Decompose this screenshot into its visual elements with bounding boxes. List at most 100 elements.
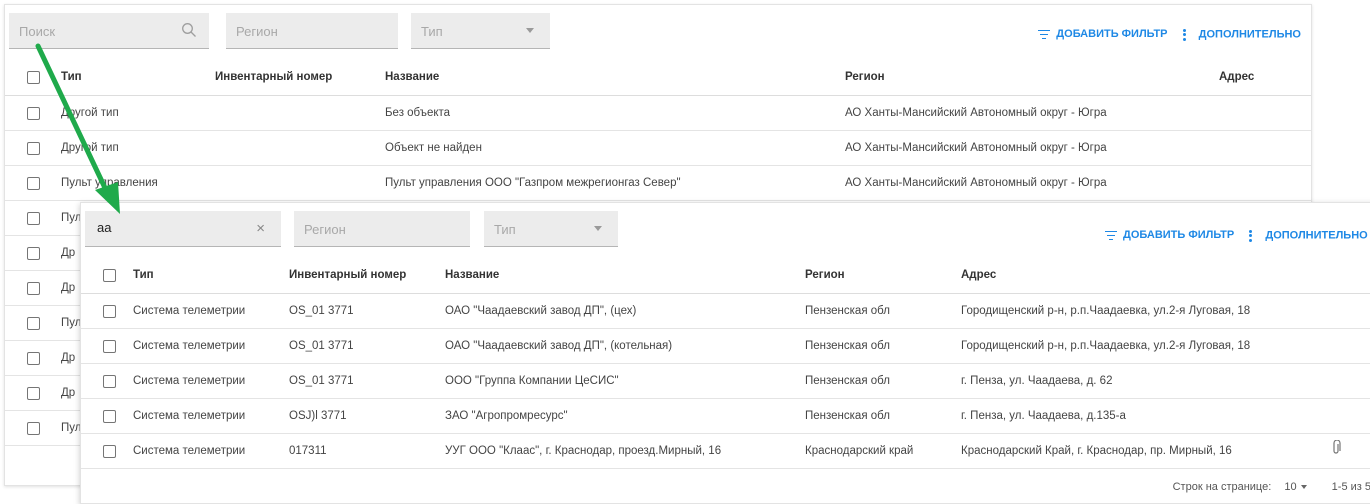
row-checkbox-cell[interactable] — [5, 235, 60, 271]
cell-address: г. Пенза, ул. Чаадаева, д.135-а — [960, 398, 1370, 434]
bg-add-filter-label: ДОБАВИТЬ ФИЛЬТР — [1056, 28, 1168, 41]
bg-col-type[interactable]: Тип — [60, 59, 214, 96]
checkbox[interactable] — [103, 339, 116, 353]
attachment-icon[interactable] — [1331, 439, 1341, 459]
checkbox[interactable] — [103, 304, 116, 318]
bg-col-region[interactable]: Регион — [844, 59, 1218, 96]
checkbox[interactable] — [27, 106, 40, 120]
cell-name: Объект не найден — [384, 130, 844, 166]
fg-col-inv[interactable]: Инвентарный номер — [288, 257, 444, 294]
cell-type: Система телеметрии — [132, 328, 288, 364]
cell-name: ООО "Группа Компании ЦеСИС" — [444, 363, 804, 399]
bg-table-header: Тип Инвентарный номер Название Регион Ад… — [5, 59, 1311, 96]
bg-add-filter-button[interactable]: ДОБАВИТЬ ФИЛЬТР — [1038, 28, 1170, 41]
checkbox[interactable] — [27, 70, 40, 84]
table-row[interactable]: Другой тип Объект не найден АО Ханты-Манси… — [5, 130, 1311, 166]
fg-search-input[interactable] — [95, 219, 246, 236]
fg-region-field[interactable]: Регион — [294, 211, 470, 247]
foreground-list-panel: × Регион Тип ДОБАВИТЬ ФИЛЬТР ДОПОЛНИТЕЛЬ… — [80, 202, 1370, 504]
bg-select-all[interactable] — [5, 59, 60, 96]
rows-per-page-select[interactable]: 10 — [1284, 481, 1307, 493]
row-checkbox-cell[interactable] — [5, 305, 60, 341]
pagination: Строк на странице: 10 1-5 из 5 — [1173, 481, 1370, 493]
checkbox[interactable] — [27, 316, 40, 330]
table-row[interactable]: Система телеметрии OSJ)l 3771 ЗАО "Агропро… — [81, 398, 1370, 434]
checkbox[interactable] — [27, 421, 40, 435]
bg-toolbar-actions: ДОБАВИТЬ ФИЛЬТР ДОПОЛНИТЕЛЬНО — [1038, 27, 1301, 42]
fg-table: Тип Инвентарный номер Название Регион Ад… — [81, 257, 1370, 469]
more-vert-icon[interactable] — [1249, 228, 1253, 243]
bg-type-select[interactable]: Тип — [411, 13, 550, 49]
bg-search-field[interactable]: Поиск — [9, 13, 209, 49]
table-row[interactable]: Система телеметрии 017311 УУГ ООО "Клаас",… — [81, 433, 1370, 469]
table-row[interactable]: Система телеметрии OS_01 3771 ООО "Группа … — [81, 363, 1370, 399]
checkbox[interactable] — [27, 281, 40, 295]
checkbox[interactable] — [103, 409, 116, 423]
bg-region-field[interactable]: Регион — [226, 13, 398, 49]
fg-col-type[interactable]: Тип — [132, 257, 288, 294]
row-checkbox-cell[interactable] — [81, 433, 132, 469]
checkbox[interactable] — [27, 351, 40, 365]
fg-add-filter-label: ДОБАВИТЬ ФИЛЬТР — [1123, 229, 1235, 242]
fg-type-placeholder: Тип — [494, 222, 516, 237]
row-checkbox-cell[interactable] — [5, 340, 60, 376]
checkbox[interactable] — [103, 444, 116, 458]
search-icon[interactable] — [181, 22, 197, 41]
row-checkbox-cell[interactable] — [5, 165, 60, 201]
checkbox[interactable] — [27, 386, 40, 400]
bg-col-address[interactable]: Адрес — [1218, 59, 1311, 96]
row-checkbox-cell[interactable] — [5, 200, 60, 236]
checkbox[interactable] — [103, 268, 116, 282]
rows-per-page-label: Строк на странице: — [1172, 481, 1272, 493]
row-checkbox-cell[interactable] — [5, 410, 60, 446]
row-checkbox-cell[interactable] — [5, 270, 60, 306]
cell-inv: 017311 — [288, 433, 444, 469]
bg-col-name[interactable]: Название — [384, 59, 844, 96]
cell-inv — [214, 95, 384, 131]
cell-address — [1218, 95, 1311, 131]
chevron-down-icon — [1300, 485, 1307, 490]
cell-region: Краснодарский край — [804, 433, 960, 469]
table-row[interactable]: Пульт управления Пульт управления ООО "Га… — [5, 165, 1311, 201]
row-checkbox-cell[interactable] — [81, 293, 132, 329]
fg-more-button[interactable]: ДОПОЛНИТЕЛЬНО — [1265, 230, 1367, 242]
cell-address: г. Пенза, ул. Чаадаева, д. 62 — [960, 363, 1370, 399]
fg-toolbar: × Регион Тип ДОБАВИТЬ ФИЛЬТР ДОПОЛНИТЕЛЬ… — [81, 203, 1370, 257]
checkbox[interactable] — [27, 211, 40, 225]
fg-col-region[interactable]: Регион — [804, 257, 960, 294]
row-checkbox-cell[interactable] — [5, 130, 60, 166]
checkbox[interactable] — [103, 374, 116, 388]
row-checkbox-cell[interactable] — [81, 328, 132, 364]
cell-name: ОАО "Чаадаевский завод ДП", (цех) — [444, 293, 804, 329]
row-checkbox-cell[interactable] — [5, 375, 60, 411]
bg-type-placeholder: Тип — [421, 24, 443, 39]
checkbox[interactable] — [27, 176, 40, 190]
bg-more-button[interactable]: ДОПОЛНИТЕЛЬНО — [1199, 29, 1301, 41]
table-row[interactable]: Система телеметрии OS_01 3771 ОАО "Чаадаев… — [81, 293, 1370, 329]
table-row[interactable]: Другой тип Без объекта АО Ханты-Мансийский… — [5, 95, 1311, 131]
cell-address-text: Краснодарский Край, г. Краснодар, пр. Ми… — [961, 445, 1232, 457]
cell-region: АО Ханты-Мансийский Автономный округ - Ю… — [844, 95, 1218, 131]
fg-type-select[interactable]: Тип — [484, 211, 618, 247]
checkbox[interactable] — [27, 246, 40, 260]
cell-type: Другой тип — [60, 95, 214, 131]
fg-col-name[interactable]: Название — [444, 257, 804, 294]
checkbox[interactable] — [27, 141, 40, 155]
fg-add-filter-button[interactable]: ДОБАВИТЬ ФИЛЬТР — [1105, 229, 1237, 242]
cell-region: АО Ханты-Мансийский Автономный округ - Ю… — [844, 165, 1218, 201]
bg-col-inv[interactable]: Инвентарный номер — [214, 59, 384, 96]
cell-inv: OS_01 3771 — [288, 363, 444, 399]
filter-icon — [1038, 29, 1051, 40]
cell-type: Система телеметрии — [132, 363, 288, 399]
row-checkbox-cell[interactable] — [5, 95, 60, 131]
fg-col-address[interactable]: Адрес — [960, 257, 1370, 294]
cell-inv — [214, 165, 384, 201]
table-row[interactable]: Система телеметрии OS_01 3771 ОАО "Чаадаев… — [81, 328, 1370, 364]
more-vert-icon[interactable] — [1182, 27, 1186, 42]
clear-icon[interactable]: × — [256, 220, 265, 237]
fg-search-field[interactable]: × — [85, 211, 281, 247]
row-checkbox-cell[interactable] — [81, 398, 132, 434]
fg-select-all[interactable] — [81, 257, 132, 294]
row-checkbox-cell[interactable] — [81, 363, 132, 399]
bg-search-placeholder: Поиск — [19, 24, 56, 39]
